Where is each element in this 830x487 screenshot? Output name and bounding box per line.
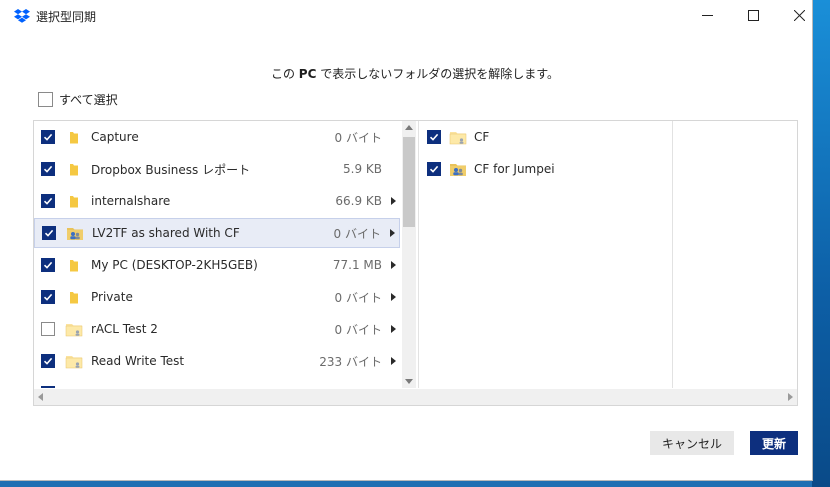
folder-icon — [70, 132, 78, 144]
folder-icon — [70, 196, 78, 208]
folder-checkbox[interactable] — [42, 226, 56, 240]
scroll-thumb[interactable] — [403, 137, 415, 227]
folder-row[interactable]: Read Write Test 233 バイト — [34, 346, 400, 376]
folder-checkbox[interactable] — [41, 130, 55, 144]
instruction-suffix: で表示しないフォルダの選択を解除します。 — [316, 67, 560, 81]
minimize-button[interactable] — [684, 0, 730, 31]
folder-row[interactable]: internalshare 66.9 KB — [34, 186, 400, 216]
subfolder-row[interactable]: CF — [419, 122, 671, 152]
expand-arrow-icon[interactable] — [386, 195, 400, 207]
close-button[interactable] — [776, 0, 822, 31]
folder-row[interactable]: ROOT FOR SHARE0 バイト — [34, 378, 400, 388]
subfolder-checkbox[interactable] — [427, 130, 441, 144]
folder-size: 5.9 KB — [343, 162, 382, 176]
folder-size: 0 バイト — [334, 322, 382, 337]
expand-arrow-icon — [386, 163, 400, 175]
update-button[interactable]: 更新 — [750, 431, 798, 455]
folder-name: rACL Test 2 — [91, 322, 158, 336]
folder-checkbox[interactable] — [41, 258, 55, 272]
select-all-checkbox[interactable] — [38, 92, 53, 107]
folder-size: 66.9 KB — [335, 194, 382, 208]
folder-name: Dropbox Business レポート — [91, 162, 251, 177]
folder-checkbox[interactable] — [41, 162, 55, 176]
folder-row[interactable]: My PC (DESKTOP-2KH5GEB) 77.1 MB — [34, 250, 400, 280]
folder-checkbox[interactable] — [41, 386, 55, 388]
folder-checkbox[interactable] — [41, 194, 55, 208]
subfolder-row[interactable]: CF for Jumpei — [419, 154, 671, 184]
maximize-icon — [747, 10, 759, 21]
title-bar: 選択型同期 — [0, 0, 812, 31]
instruction-prefix: この — [270, 67, 299, 81]
folder-size: 0 バイト — [333, 226, 381, 241]
folder-name: My PC (DESKTOP-2KH5GEB) — [91, 258, 258, 272]
folder-row[interactable]: rACL Test 2 0 バイト — [34, 314, 400, 344]
folder-row[interactable]: LV2TF as shared With CF 0 バイト — [34, 218, 400, 248]
team-folder-icon — [449, 132, 467, 145]
folder-list-root: Capture 0 バイト Dropbox Business レポート 5.9 KB i… — [34, 121, 402, 388]
expand-arrow-icon[interactable] — [386, 355, 400, 367]
expand-arrow-icon[interactable] — [386, 291, 400, 303]
folder-size: 77.1 MB — [332, 258, 382, 272]
folder-size: 233 バイト — [319, 354, 382, 369]
expand-arrow-icon[interactable] — [386, 323, 400, 335]
chevron-right-icon — [390, 293, 396, 301]
scroll-up-arrow-icon[interactable] — [405, 125, 413, 130]
select-all-label: すべて選択 — [59, 93, 118, 107]
instruction-text: この PC で表示しないフォルダの選択を解除します。 — [0, 65, 830, 82]
folder-name: Private — [91, 290, 133, 304]
expand-arrow-icon[interactable] — [386, 259, 400, 271]
folder-list-subfolders: CF CF for Jumpei — [418, 121, 673, 388]
folder-row[interactable]: Private 0 バイト — [34, 282, 400, 312]
expand-arrow-icon[interactable] — [385, 227, 399, 239]
team-folder-icon — [65, 324, 83, 337]
folder-row[interactable]: Capture 0 バイト — [34, 122, 400, 152]
shared-folder-icon — [67, 228, 83, 240]
dropbox-icon — [14, 9, 30, 23]
close-icon — [793, 10, 805, 21]
subfolder-checkbox[interactable] — [427, 162, 441, 176]
shared-folder-icon — [450, 164, 466, 176]
folder-icon — [70, 164, 78, 176]
folder-name: Read Write Test — [91, 354, 185, 368]
window-title: 選択型同期 — [36, 10, 97, 24]
scroll-left-arrow-icon[interactable] — [38, 393, 43, 401]
selective-sync-dialog: 選択型同期 この PC で表示しないフォルダの選択を解除します。 すべて選択 C… — [0, 0, 812, 480]
cancel-button[interactable]: キャンセル — [650, 431, 734, 455]
expand-arrow-icon[interactable] — [386, 387, 400, 388]
maximize-button[interactable] — [730, 0, 776, 31]
folder-icon — [70, 292, 78, 304]
folder-size: 0 バイト — [334, 130, 382, 145]
folder-name: internalshare — [91, 194, 171, 208]
team-folder-icon — [65, 385, 83, 388]
expand-arrow-icon — [386, 131, 400, 143]
folder-checkbox[interactable] — [41, 322, 55, 336]
folder-checkbox[interactable] — [41, 354, 55, 368]
chevron-right-icon — [390, 197, 396, 205]
chevron-right-icon — [390, 325, 396, 333]
folder-list-empty-column — [672, 121, 797, 388]
folder-icon — [70, 260, 78, 272]
scroll-down-arrow-icon[interactable] — [405, 379, 413, 384]
folder-size: 0 バイト — [292, 385, 382, 389]
minimize-icon — [701, 15, 713, 16]
chevron-right-icon — [389, 229, 395, 237]
folder-checkbox[interactable] — [41, 290, 55, 304]
subfolder-name: CF for Jumpei — [474, 162, 555, 176]
scroll-right-arrow-icon[interactable] — [788, 393, 793, 401]
team-folder-icon — [65, 356, 83, 369]
folder-browser: Capture 0 バイト Dropbox Business レポート 5.9 KB i… — [33, 120, 798, 406]
vertical-scrollbar[interactable] — [402, 121, 416, 388]
horizontal-scrollbar[interactable] — [34, 389, 797, 405]
folder-row[interactable]: Dropbox Business レポート 5.9 KB — [34, 154, 400, 184]
folder-name: ROOT FOR SHARE — [91, 386, 292, 388]
folder-name: LV2TF as shared With CF — [92, 226, 240, 240]
chevron-right-icon — [390, 261, 396, 269]
folder-size: 0 バイト — [334, 290, 382, 305]
subfolder-name: CF — [474, 130, 490, 144]
instruction-bold: PC — [298, 67, 317, 81]
select-all-control[interactable]: すべて選択 — [38, 91, 118, 108]
chevron-right-icon — [390, 357, 396, 365]
folder-name: Capture — [91, 130, 139, 144]
